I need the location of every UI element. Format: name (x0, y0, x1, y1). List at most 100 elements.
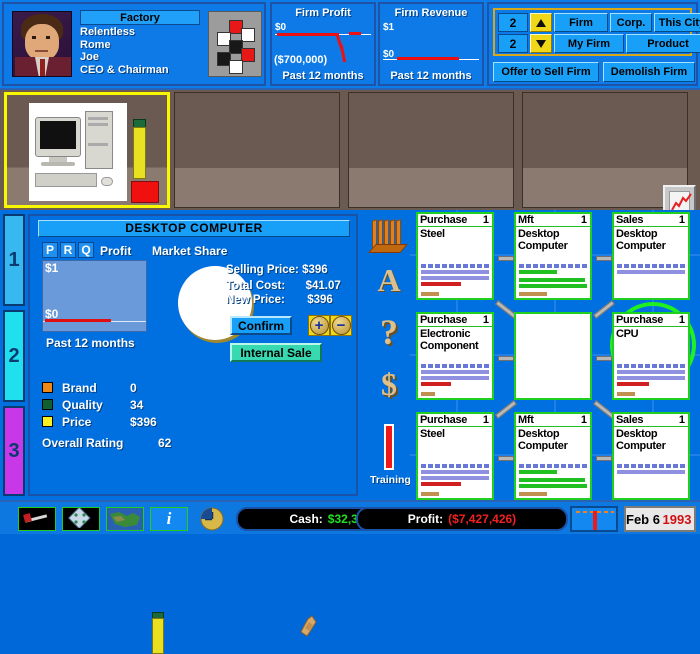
sidebar-tab-2[interactable]: 2 (3, 310, 25, 402)
dollar-sign-glyph: $ (381, 366, 397, 402)
factory-cell-1[interactable]: Mft 1 Desktop Computer (514, 212, 592, 300)
firm-role: CEO & Chairman (80, 63, 169, 76)
city-map-icon[interactable] (62, 506, 100, 531)
filter-firm-button[interactable]: Firm (554, 13, 608, 32)
internal-sale-button[interactable]: Internal Sale (230, 343, 322, 362)
factory-cell-3[interactable]: Purchase 1 Electronic Component (416, 312, 494, 400)
research-question-icon[interactable]: ? (370, 314, 408, 350)
factory-cell-2[interactable]: Sales 1 Desktop Computer (612, 212, 690, 300)
cell-2-line3: Computer (616, 240, 666, 252)
filter-product-button[interactable]: Product (626, 34, 700, 53)
cell-8-line3: Computer (616, 440, 666, 452)
training-bar-icon[interactable]: Training (370, 424, 411, 486)
profit-label: Profit (100, 244, 132, 258)
cell-3-line1: Purchase (420, 314, 468, 326)
cell-5-num: 1 (678, 314, 685, 326)
cell-2-line2: Desktop (616, 228, 658, 240)
demolish-firm-button[interactable]: Demolish Firm (603, 62, 695, 82)
brand-value: 0 (130, 381, 137, 395)
price-block-icon (131, 181, 159, 203)
triangle-up-icon (536, 18, 546, 27)
clock-icon[interactable] (194, 507, 232, 531)
selling-price-label: Selling Price: (226, 264, 299, 276)
cell-6-line2: Steel (420, 428, 445, 440)
zoom-down-button[interactable] (530, 34, 552, 53)
firm-city: Rome (80, 38, 111, 51)
price-color-swatch (42, 416, 53, 427)
firm-profit-title: Firm Profit (295, 7, 351, 19)
advertising-a-icon[interactable]: A (370, 264, 408, 296)
cell-8-num: 1 (678, 414, 685, 426)
executive-portrait-icon (12, 11, 72, 77)
cell-7-line2: Desktop (518, 428, 560, 440)
cell-5-line2: CPU (616, 328, 639, 340)
offer-to-sell-firm-button[interactable]: Offer to Sell Firm (493, 62, 599, 82)
date-year: 1993 (660, 511, 694, 527)
factory-cell-5[interactable]: Purchase 1 CPU (612, 312, 690, 400)
info-icon[interactable]: i (150, 507, 188, 531)
cell-0-line2: Steel (420, 228, 445, 240)
cell-7-line3: Computer (518, 440, 568, 452)
finance-dollar-icon[interactable]: $ (370, 368, 408, 400)
filter-this-city-button[interactable]: This City (654, 13, 700, 32)
sidebar-tab-3[interactable]: 3 (3, 406, 25, 496)
profit-value: ($7,427,426) (448, 512, 517, 526)
p-button[interactable]: P (42, 242, 58, 258)
cell-1-line2: Desktop (518, 228, 560, 240)
r-button[interactable]: R (60, 242, 76, 258)
firm-revenue-graph: Firm Revenue $1 $0 Past 12 months (378, 2, 484, 86)
tool-icon-column: A ? $ Training (366, 210, 411, 500)
game-speed-slider[interactable] (570, 506, 618, 532)
cell-0-line1: Purchase (420, 214, 468, 226)
cell-1-line1: Mft (518, 214, 534, 226)
rating-meter-icon (152, 618, 164, 654)
firm-profit-graph: Firm Profit $0 ($700,000) Past 12 months (270, 2, 376, 86)
inventory-blocks-icon[interactable] (368, 216, 408, 256)
factory-cell-4-empty[interactable] (514, 312, 592, 400)
build-hammer-icon[interactable] (18, 507, 56, 531)
product-title: DESKTOP COMPUTER (38, 220, 350, 237)
quality-meter-icon (133, 127, 146, 179)
firm-profit-top-value: $0 (275, 22, 287, 33)
prq-button-group: P R Q (42, 242, 94, 258)
firm-revenue-title: Firm Revenue (394, 7, 468, 19)
firm-title: Factory (80, 10, 200, 25)
cell-6-line1: Purchase (420, 414, 468, 426)
desktop-computer-product-icon (29, 103, 127, 201)
q-button[interactable]: Q (78, 242, 94, 258)
info-glyph: i (166, 509, 172, 528)
cell-3-num: 1 (482, 314, 489, 326)
filter-corp-button[interactable]: Corp. (610, 13, 652, 32)
factory-cell-6[interactable]: Purchase 1 Steel (416, 412, 494, 500)
profit-chart-footer: Past 12 months (46, 336, 135, 350)
product-slot-empty-2[interactable] (348, 92, 514, 208)
cell-1-num: 1 (580, 214, 587, 226)
factory-cell-8[interactable]: Sales 1 Desktop Computer (612, 412, 690, 500)
price-decrease-button[interactable]: − (330, 315, 352, 336)
overall-rating-label: Overall Rating (42, 436, 124, 450)
profit-label: Profit: (407, 512, 444, 526)
zoom-level-2[interactable]: 2 (498, 34, 528, 53)
new-price-label: New Price: (226, 294, 285, 306)
zoom-level-1[interactable]: 2 (498, 13, 528, 32)
firm-name: Relentless (80, 26, 136, 38)
product-slot-selected[interactable] (4, 92, 170, 208)
cash-label: Cash: (289, 512, 323, 526)
price-increase-button[interactable]: + (308, 315, 330, 336)
filter-my-firm-button[interactable]: My Firm (554, 34, 624, 53)
zoom-up-button[interactable] (530, 13, 552, 32)
overall-rating-value: 62 (158, 436, 172, 450)
product-slot-empty-1[interactable] (174, 92, 340, 208)
confirm-button[interactable]: Confirm (230, 316, 292, 335)
product-detail-panel: DESKTOP COMPUTER P R Q Profit Market Sha… (28, 214, 358, 496)
cell-1-line3: Computer (518, 240, 568, 252)
world-map-icon[interactable] (106, 507, 144, 531)
plus-icon: + (309, 316, 329, 335)
view-controls-panel: 2 Firm Corp. This City 2 My Firm Product… (487, 2, 700, 86)
factory-cell-7[interactable]: Mft 1 Desktop Computer (514, 412, 592, 500)
cell-7-line1: Mft (518, 414, 534, 426)
sidebar-tab-1[interactable]: 1 (3, 214, 25, 306)
profit-readout: Profit: ($7,427,426) (356, 507, 568, 531)
factory-cell-0[interactable]: Purchase 1 Steel (416, 212, 494, 300)
quality-value: 34 (130, 398, 144, 412)
